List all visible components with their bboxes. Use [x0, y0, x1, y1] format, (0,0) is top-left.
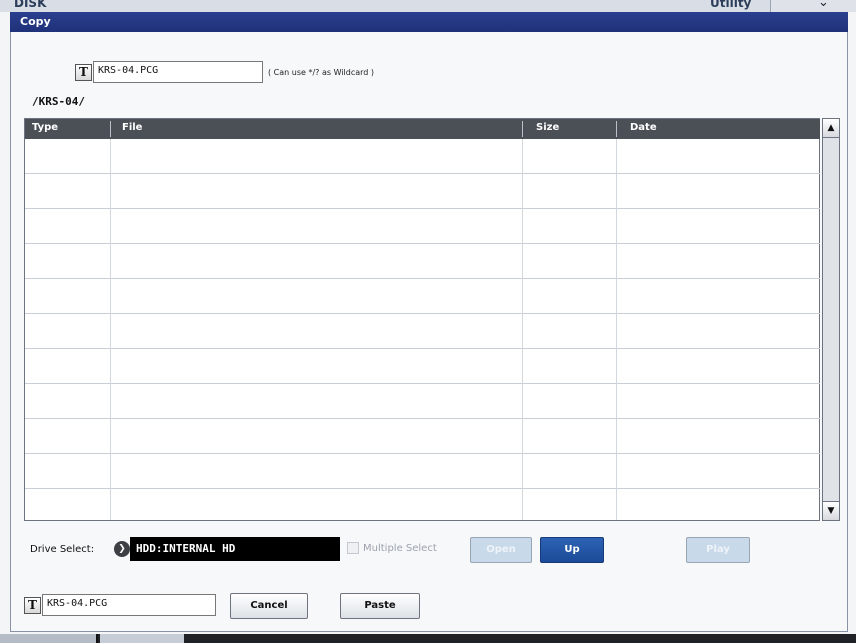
table-row[interactable]	[25, 384, 820, 419]
filter-text-edit-button[interactable]: T	[75, 64, 92, 81]
table-row[interactable]	[25, 139, 820, 174]
page-tab[interactable]	[100, 634, 184, 643]
drive-select-value[interactable]: HDD:INTERNAL HD	[130, 537, 340, 561]
drive-select-arrow-icon[interactable]: ❯	[114, 541, 130, 557]
scroll-up-icon[interactable]: ▲	[822, 118, 840, 138]
dest-text-edit-button[interactable]: T	[24, 597, 41, 614]
column-header-size: Size	[536, 122, 560, 133]
page-tab[interactable]	[0, 634, 98, 643]
table-scrollbar[interactable]	[822, 118, 840, 521]
dialog-titlebar	[10, 12, 848, 32]
current-path: /KRS-04/	[32, 95, 85, 108]
table-row[interactable]	[25, 489, 820, 520]
disk-mode-title: DISK	[14, 0, 47, 10]
paste-button[interactable]: Paste	[340, 593, 420, 619]
scroll-down-icon[interactable]: ▼	[822, 501, 840, 521]
column-separator	[110, 121, 111, 137]
column-divider	[522, 139, 523, 520]
table-row[interactable]	[25, 279, 820, 314]
wildcard-hint: ( Can use */? as Wildcard )	[268, 68, 375, 77]
utility-dropdown[interactable]	[770, 0, 856, 12]
table-row[interactable]	[25, 314, 820, 349]
dest-filename-input[interactable]: KRS-04.PCG	[42, 594, 216, 616]
column-separator	[616, 121, 617, 137]
table-row[interactable]	[25, 454, 820, 489]
multiple-select-label: Multiple Select	[363, 543, 437, 554]
chevron-down-icon[interactable]: ⌄	[818, 0, 829, 10]
up-button[interactable]: Up	[540, 537, 604, 563]
table-row[interactable]	[25, 209, 820, 244]
table-row[interactable]	[25, 244, 820, 279]
utility-menu-label[interactable]: Utility	[710, 0, 751, 10]
table-header	[25, 119, 820, 139]
filter-input[interactable]: KRS-04.PCG	[93, 61, 263, 83]
multiple-select-checkbox[interactable]	[347, 542, 359, 554]
open-button[interactable]: Open	[470, 537, 532, 563]
table-row[interactable]	[25, 174, 820, 209]
column-divider	[616, 139, 617, 520]
column-separator	[522, 121, 523, 137]
play-button[interactable]: Play	[686, 537, 750, 563]
column-header-date: Date	[630, 122, 657, 133]
column-header-file: File	[122, 122, 143, 133]
table-row[interactable]	[25, 419, 820, 454]
cancel-button[interactable]: Cancel	[230, 593, 308, 619]
dialog-title: Copy	[20, 15, 51, 28]
drive-select-label: Drive Select:	[30, 544, 95, 555]
column-divider	[110, 139, 111, 520]
table-row[interactable]	[25, 349, 820, 384]
column-header-type: Type	[32, 122, 59, 133]
